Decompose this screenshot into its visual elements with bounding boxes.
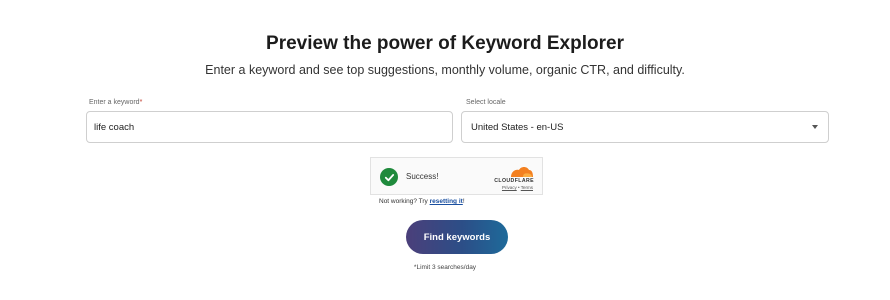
captcha-links: Privacy • Terms	[502, 185, 533, 190]
cloudflare-wordmark: CLOUDFLARE	[494, 178, 534, 184]
keyword-field-label: Enter a keyword*	[89, 99, 142, 106]
locale-select[interactable]: United States - en-US	[461, 111, 829, 143]
help-suffix: !	[462, 198, 465, 205]
privacy-link[interactable]: Privacy	[502, 185, 517, 190]
captcha-help-text: Not working? Try resetting it!	[379, 198, 465, 205]
keyword-input-value: life coach	[94, 121, 135, 133]
find-keywords-button[interactable]: Find keywords	[406, 220, 508, 254]
keyword-input[interactable]: life coach	[86, 111, 453, 143]
captcha-widget[interactable]: Success! CLOUDFLARE Privacy • Terms	[370, 157, 543, 195]
captcha-status: Success!	[406, 172, 439, 181]
checkmark-icon	[380, 168, 398, 186]
link-separator: •	[518, 185, 520, 190]
search-limit-note: *Limit 3 searches/day	[413, 264, 477, 271]
chevron-down-icon	[812, 125, 818, 129]
cloudflare-logo-icon	[511, 167, 533, 177]
page-subtitle: Enter a keyword and see top suggestions,…	[205, 63, 685, 77]
locale-field-label: Select locale	[466, 99, 506, 106]
terms-link[interactable]: Terms	[521, 185, 533, 190]
help-prefix: Not working? Try	[379, 198, 430, 205]
required-marker: *	[139, 99, 143, 106]
locale-selected-value: United States - en-US	[471, 121, 564, 133]
keyword-label-text: Enter a keyword	[89, 99, 140, 106]
reset-captcha-link[interactable]: resetting it	[430, 198, 463, 205]
page-title: Preview the power of Keyword Explorer	[266, 33, 624, 54]
